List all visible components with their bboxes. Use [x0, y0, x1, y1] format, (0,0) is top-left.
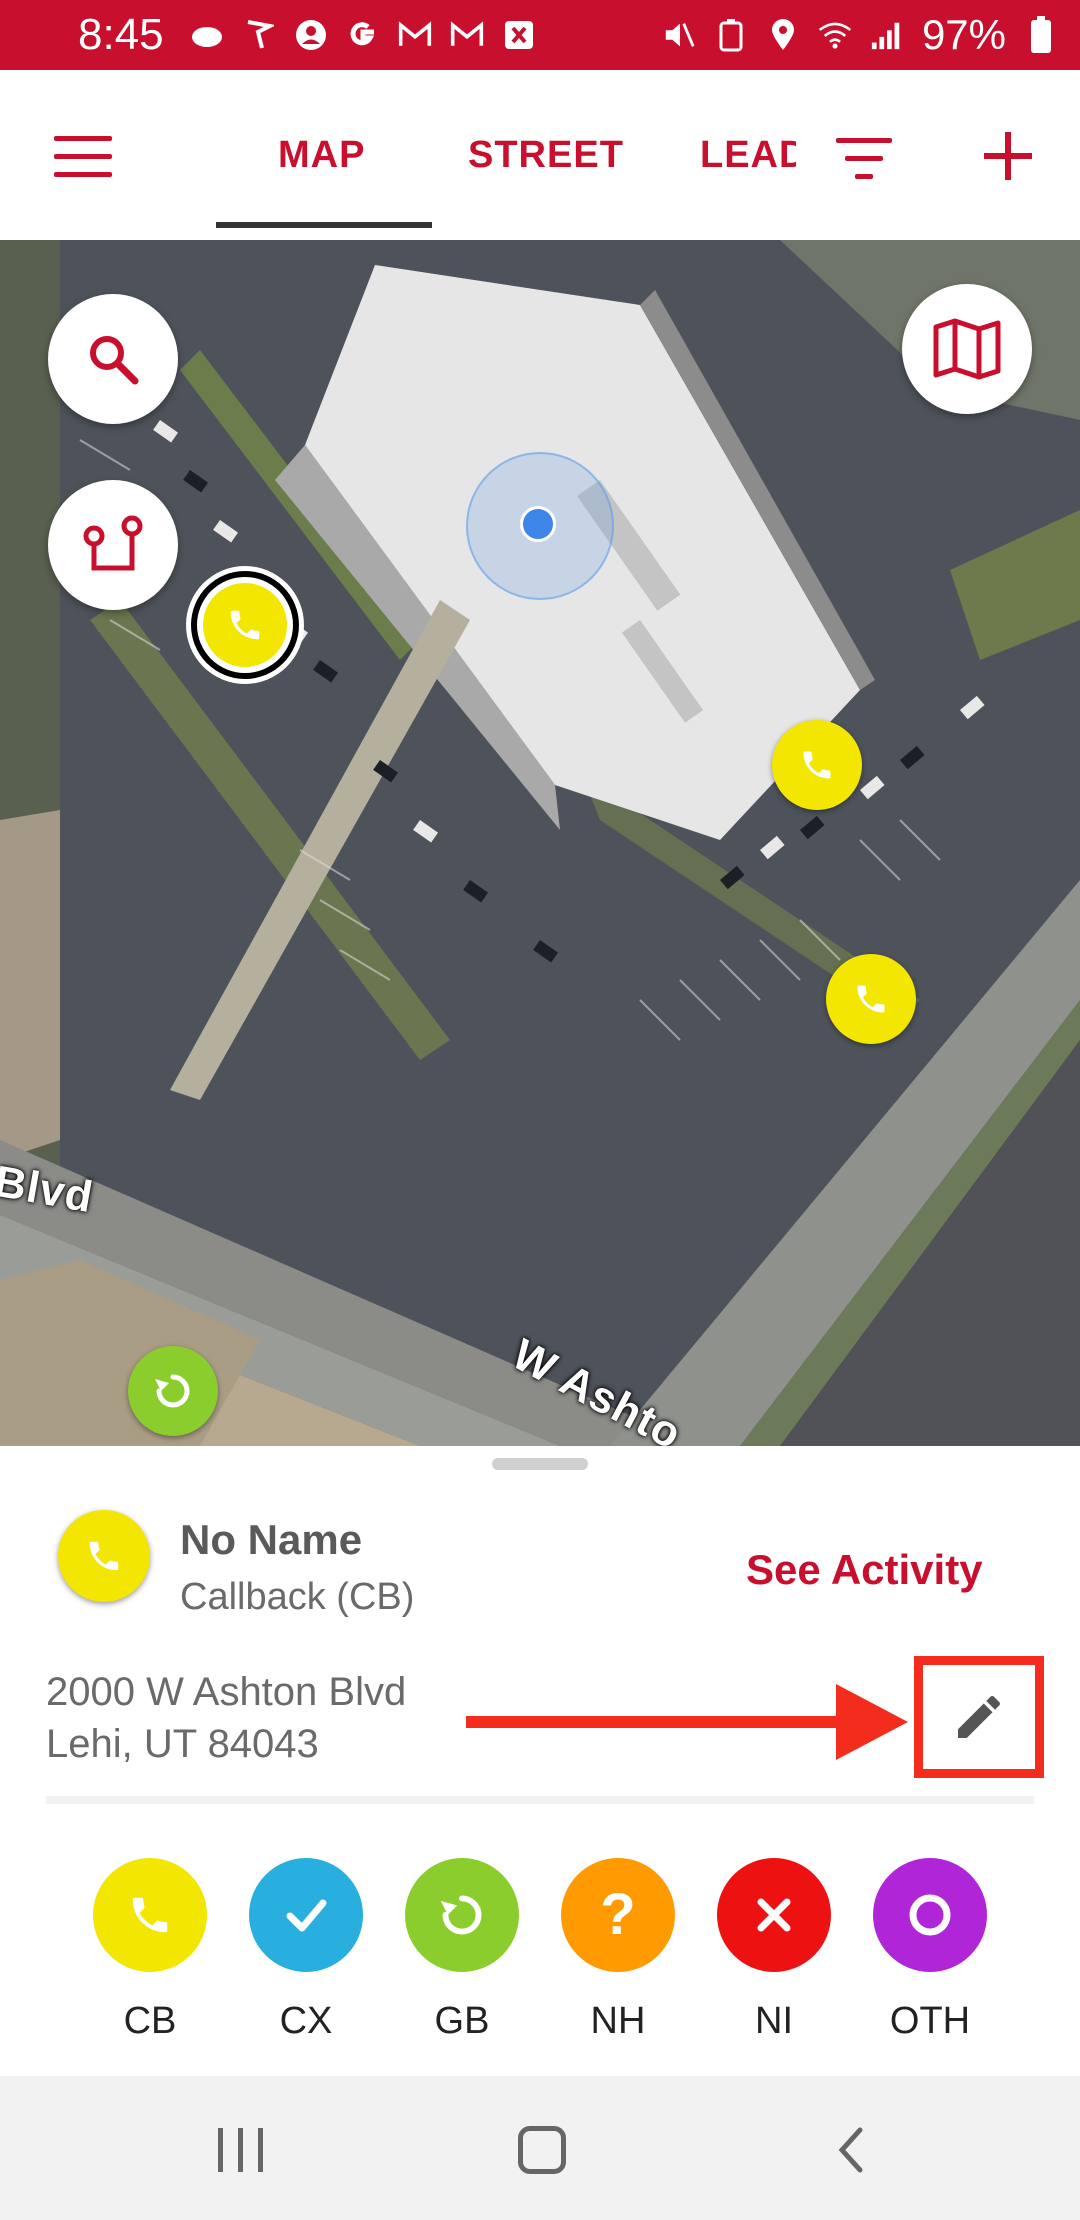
- check-icon: [286, 1899, 327, 1932]
- phone-icon: [89, 1541, 119, 1571]
- status-nh-button[interactable]: ? NH: [561, 1858, 675, 2043]
- pencil-icon: [958, 1695, 1000, 1738]
- refresh-icon: [440, 1895, 482, 1935]
- tab-lead[interactable]: LEAD: [700, 134, 796, 177]
- excel-icon: [502, 18, 536, 52]
- status-oth-circle: [873, 1858, 987, 1972]
- annotation-arrow-head: [836, 1684, 908, 1760]
- status-nh-label: NH: [590, 2000, 646, 2042]
- app-notification-icon: [190, 18, 224, 52]
- menu-icon[interactable]: [54, 136, 114, 178]
- edit-address-button[interactable]: [914, 1656, 1044, 1778]
- back-button[interactable]: [828, 2126, 876, 2174]
- battery-icon: [1024, 16, 1058, 53]
- battery-percent: 97%: [921, 11, 1006, 58]
- lead-status: Callback (CB): [180, 1576, 415, 1618]
- recent-apps-button[interactable]: [218, 2128, 266, 2172]
- status-ni-label: NI: [755, 2000, 793, 2042]
- search-icon: [90, 336, 139, 385]
- status-gb-circle: [405, 1858, 519, 1972]
- address-line-1: 2000 W Ashton Blvd: [46, 1670, 407, 1714]
- wifi-icon: [818, 18, 852, 52]
- map-imagery: [0, 240, 1080, 1446]
- status-ni-button[interactable]: NI: [717, 1858, 831, 2043]
- tab-map[interactable]: MAP: [278, 134, 365, 177]
- back-icon: [838, 2127, 863, 2173]
- filter-icon[interactable]: [836, 134, 892, 182]
- close-icon: [757, 1898, 791, 1932]
- status-cb-button[interactable]: CB: [93, 1858, 207, 2043]
- callback-pin[interactable]: [826, 954, 916, 1044]
- app-notification-icon: [242, 18, 276, 52]
- lead-details-sheet: No Name Callback (CB) See Activity 2000 …: [0, 1446, 1080, 1806]
- status-cx-label: CX: [279, 2000, 333, 2042]
- phone-icon: [230, 610, 260, 640]
- status-ni-circle: [717, 1858, 831, 1972]
- gmail-icon: [450, 18, 484, 52]
- home-button[interactable]: [518, 2126, 566, 2174]
- location-icon: [766, 18, 800, 52]
- see-activity-link[interactable]: See Activity: [746, 1546, 983, 1594]
- current-location-dot: [520, 506, 556, 542]
- system-nav-bar: [0, 2076, 1080, 2220]
- active-tab-indicator: [216, 222, 432, 228]
- sheet-drag-handle[interactable]: [492, 1458, 588, 1470]
- question-icon: ?: [600, 1882, 636, 1947]
- phone-icon: [857, 985, 885, 1013]
- map-layers-icon: [933, 318, 1001, 380]
- satellite-map[interactable]: Blvd W Ashto: [0, 240, 1080, 1446]
- status-oth-label: OTH: [889, 2000, 971, 2042]
- refresh-icon: [155, 1374, 190, 1408]
- google-icon: [346, 18, 380, 52]
- selected-callback-pin[interactable]: [186, 566, 304, 684]
- status-pin: [58, 1510, 150, 1602]
- status-bar: 8:45 97%: [0, 0, 1080, 70]
- gmail-icon: [398, 18, 432, 52]
- phone-icon: [132, 1897, 168, 1933]
- search-button[interactable]: [48, 294, 178, 424]
- status-gb-label: GB: [434, 2000, 490, 2042]
- lead-name: No Name: [180, 1516, 363, 1563]
- app-bar: MAP STREET LEAD: [0, 70, 1080, 241]
- annotation-arrow: [466, 1716, 846, 1728]
- tab-street[interactable]: STREET: [468, 134, 624, 177]
- account-icon: [294, 18, 328, 52]
- route-button[interactable]: [48, 480, 178, 610]
- signal-icon: [870, 18, 904, 52]
- callback-pin[interactable]: [772, 720, 862, 810]
- divider: [46, 1796, 1034, 1804]
- battery-saver-icon: [714, 18, 748, 52]
- route-icon: [83, 515, 143, 571]
- circle-icon: [909, 1894, 951, 1936]
- map-layers-button[interactable]: [902, 284, 1032, 414]
- go-back-pin[interactable]: [128, 1346, 218, 1436]
- phone-icon: [803, 751, 831, 779]
- system-icons: 97%: [662, 0, 1058, 70]
- status-nh-circle: ?: [561, 1858, 675, 1972]
- status-action-row: CB CX GB ? NH NI OTH: [0, 1810, 1080, 2076]
- status-cb-label: CB: [123, 2000, 177, 2042]
- address-line-2: Lehi, UT 84043: [46, 1722, 319, 1766]
- status-cb-circle: [93, 1858, 207, 1972]
- status-cx-circle: [249, 1858, 363, 1972]
- status-time: 8:45: [78, 10, 164, 59]
- mute-icon: [662, 18, 696, 52]
- status-cx-button[interactable]: CX: [249, 1858, 363, 2043]
- status-gb-button[interactable]: GB: [405, 1858, 519, 2043]
- notification-icons: [190, 18, 536, 52]
- status-oth-button[interactable]: OTH: [873, 1858, 987, 2043]
- add-icon[interactable]: [980, 128, 1036, 184]
